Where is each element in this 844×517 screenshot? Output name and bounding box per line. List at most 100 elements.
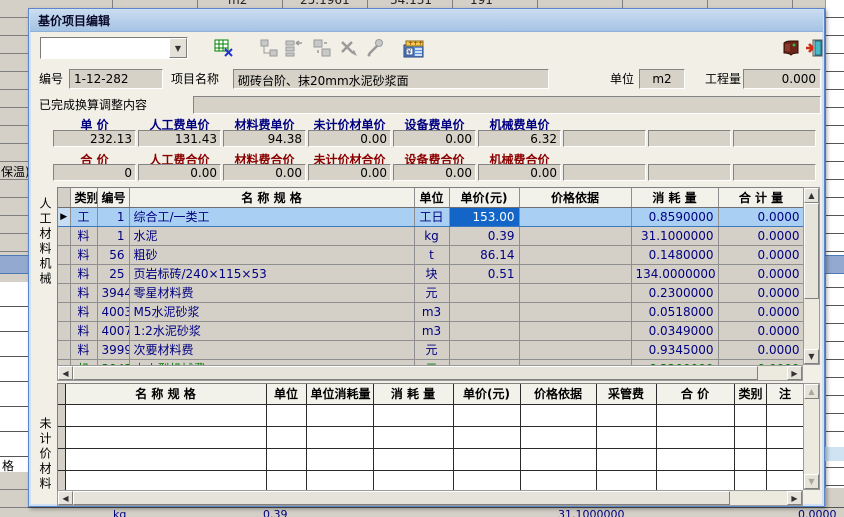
- cell-no[interactable]: 56: [97, 245, 130, 265]
- move-rows-button[interactable]: [310, 36, 334, 60]
- cell-cat[interactable]: 料: [70, 283, 98, 303]
- sub-table-hscrollbar[interactable]: ◀ ▶: [57, 490, 803, 506]
- cell-price[interactable]: [449, 321, 520, 341]
- cell-unit[interactable]: [266, 470, 307, 490]
- cell-note[interactable]: [766, 470, 803, 490]
- cell-unit[interactable]: 元: [414, 340, 450, 360]
- cell-unit[interactable]: t: [414, 245, 450, 265]
- cell-unit[interactable]: [266, 404, 307, 427]
- cell-basis[interactable]: [519, 264, 632, 284]
- cell-cat[interactable]: [734, 404, 767, 427]
- scroll-left-button[interactable]: ◀: [58, 491, 73, 505]
- table-row[interactable]: 料 4007 1:2水泥砂浆 m3 0.0349000 0.0000: [58, 321, 803, 341]
- scroll-track[interactable]: [73, 491, 787, 505]
- cell-name[interactable]: 1:2水泥砂浆: [129, 321, 415, 341]
- cell-fee[interactable]: [596, 448, 657, 471]
- scroll-right-button[interactable]: ▶: [787, 491, 802, 505]
- main-table-vscrollbar[interactable]: ▲ ▼: [803, 187, 820, 365]
- row-selector[interactable]: [58, 226, 71, 246]
- cell-basis[interactable]: [519, 340, 632, 360]
- chevron-down-icon[interactable]: ▼: [169, 38, 187, 58]
- scroll-track[interactable]: [804, 399, 819, 474]
- table-row[interactable]: 料 3944 零星材料费元 0.2300000 0.0000: [58, 283, 803, 303]
- cell-name[interactable]: 粗砂: [129, 245, 415, 265]
- row-selector[interactable]: [58, 426, 66, 449]
- cell-name[interactable]: 页岩标砖/240×115×53: [129, 264, 415, 284]
- row-selector[interactable]: [58, 302, 71, 322]
- scroll-left-button[interactable]: ◀: [58, 366, 73, 380]
- cell-consume[interactable]: 0.0518000: [631, 302, 719, 322]
- cell-basis[interactable]: [520, 448, 597, 471]
- cell-name[interactable]: [65, 470, 267, 490]
- scroll-track[interactable]: [73, 366, 787, 380]
- cell-cat[interactable]: 料: [70, 245, 98, 265]
- cell-total[interactable]: 0.0000: [718, 226, 803, 246]
- row-selector[interactable]: [58, 264, 71, 284]
- adjust-field[interactable]: [193, 96, 821, 114]
- cell-total[interactable]: 0.0000: [718, 340, 803, 360]
- cell-no[interactable]: 4007: [97, 321, 130, 341]
- cell-unitconsume[interactable]: [306, 448, 374, 471]
- cell-price[interactable]: [449, 340, 520, 360]
- table-row[interactable]: 料 3999 次要材料费元 0.9345000 0.0000: [58, 340, 803, 360]
- cell-total[interactable]: 0.0000: [718, 302, 803, 322]
- cell-name[interactable]: 次要材料费: [129, 340, 415, 360]
- row-selector[interactable]: [58, 404, 66, 427]
- cell-name[interactable]: 零星材料费: [129, 283, 415, 303]
- cell-unit[interactable]: m3: [414, 302, 450, 322]
- row-selector[interactable]: [58, 245, 71, 265]
- cell-price[interactable]: [453, 448, 521, 471]
- cell-note[interactable]: [766, 448, 803, 471]
- cell-total[interactable]: 0.0000: [718, 206, 803, 227]
- delete-button[interactable]: [337, 36, 361, 60]
- sub-table-vscrollbar[interactable]: ▲ ▼: [803, 383, 820, 490]
- cell-unitconsume[interactable]: [306, 470, 374, 490]
- lookup-table-button[interactable]: [212, 36, 236, 60]
- row-selector[interactable]: [58, 321, 71, 341]
- cell-price[interactable]: [453, 470, 521, 490]
- table-row[interactable]: [58, 404, 803, 427]
- cell-consume[interactable]: [373, 426, 454, 449]
- cell-total[interactable]: [656, 470, 735, 490]
- row-selector[interactable]: [58, 283, 71, 303]
- cell-total[interactable]: [656, 448, 735, 471]
- cell-basis[interactable]: [519, 283, 632, 303]
- cell-note[interactable]: [766, 426, 803, 449]
- code-field[interactable]: 1-12-282: [69, 69, 163, 89]
- project-name-field[interactable]: 砌砖台阶、抹20mm水泥砂浆面: [233, 69, 549, 89]
- scroll-right-button[interactable]: ▶: [787, 366, 802, 380]
- cell-price[interactable]: [449, 302, 520, 322]
- cell-consume[interactable]: 134.0000000: [631, 264, 719, 284]
- cell-name[interactable]: M5水泥砂浆: [129, 302, 415, 322]
- cell-consume[interactable]: 31.1000000: [631, 226, 719, 246]
- scroll-up-button[interactable]: ▲: [804, 384, 819, 399]
- cell-price[interactable]: [453, 404, 521, 427]
- cell-price[interactable]: [449, 283, 520, 303]
- cell-basis[interactable]: [520, 426, 597, 449]
- cell-price[interactable]: [453, 426, 521, 449]
- row-selector[interactable]: [58, 448, 66, 471]
- cell-no[interactable]: 25: [97, 264, 130, 284]
- cell-note[interactable]: [766, 404, 803, 427]
- cell-consume[interactable]: [373, 470, 454, 490]
- cell-total[interactable]: 0.0000: [718, 283, 803, 303]
- cell-name[interactable]: 综合工/一类工: [129, 206, 415, 227]
- cell-unit[interactable]: 块: [414, 264, 450, 284]
- cell-unitconsume[interactable]: [306, 404, 374, 427]
- cell-basis[interactable]: [519, 321, 632, 341]
- insert-row-button[interactable]: [282, 36, 306, 60]
- cell-unitconsume[interactable]: [306, 426, 374, 449]
- cell-basis[interactable]: [519, 302, 632, 322]
- row-selector[interactable]: ▶: [58, 206, 71, 227]
- cell-unit[interactable]: [266, 426, 307, 449]
- cell-name[interactable]: 水泥: [129, 226, 415, 246]
- scroll-thumb[interactable]: [73, 491, 730, 505]
- cell-total[interactable]: [656, 426, 735, 449]
- cell-price[interactable]: 0.51: [449, 264, 520, 284]
- cell-consume[interactable]: 0.2300000: [631, 283, 719, 303]
- calculator-button[interactable]: +++ ¥: [402, 36, 426, 60]
- cell-no[interactable]: 4003: [97, 302, 130, 322]
- cell-fee[interactable]: [596, 470, 657, 490]
- cell-cat[interactable]: 料: [70, 264, 98, 284]
- book-button[interactable]: [779, 36, 803, 60]
